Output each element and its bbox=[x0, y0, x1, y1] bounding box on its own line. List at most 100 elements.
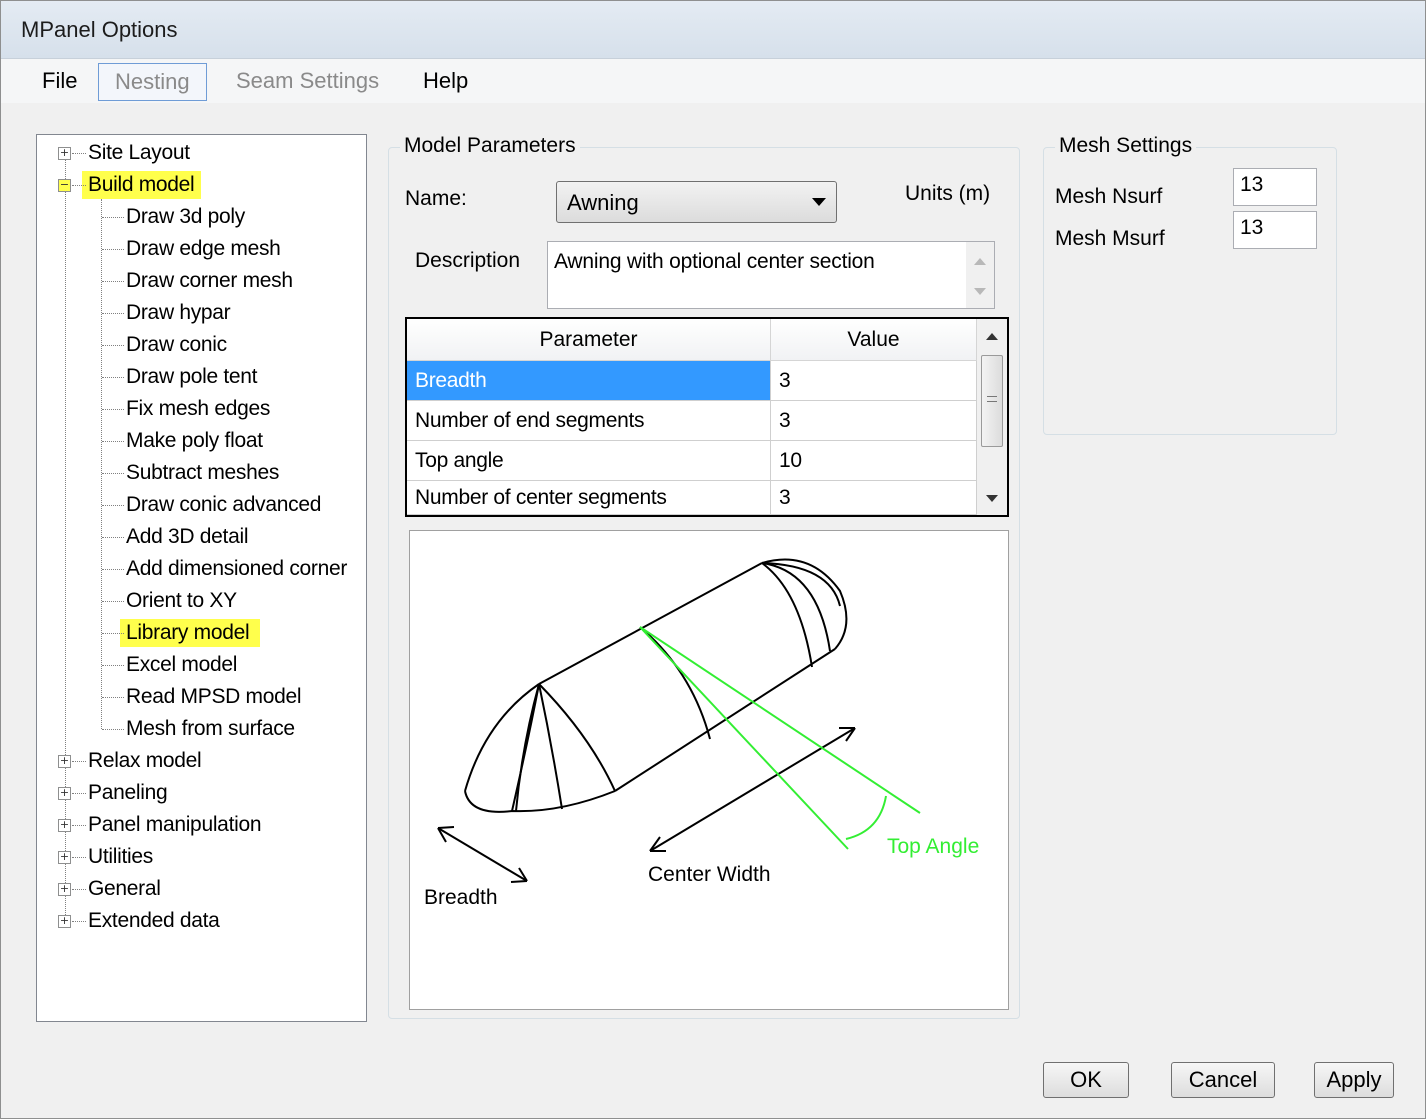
expand-plus-icon[interactable]: + bbox=[58, 819, 71, 832]
tree-line bbox=[102, 409, 124, 410]
tree-item-read-mpsd-model[interactable]: Read MPSD model bbox=[126, 683, 302, 711]
tree-line bbox=[102, 633, 124, 634]
window-title: MPanel Options bbox=[21, 17, 178, 42]
expand-plus-icon[interactable]: + bbox=[58, 147, 71, 160]
title-bar[interactable]: MPanel Options bbox=[1, 1, 1425, 59]
breadth-arrow bbox=[437, 827, 528, 882]
scroll-down-icon[interactable] bbox=[986, 495, 998, 502]
model-parameters-title: Model Parameters bbox=[400, 134, 580, 158]
tree-line bbox=[72, 761, 86, 762]
name-combobox[interactable]: Awning bbox=[556, 181, 837, 223]
tree-line bbox=[102, 441, 124, 442]
mesh-settings-title: Mesh Settings bbox=[1055, 134, 1197, 158]
mesh-nsurf-label: Mesh Nsurf bbox=[1055, 185, 1163, 208]
tree-item-site-layout[interactable]: Site Layout bbox=[88, 139, 190, 167]
parameter-grid[interactable]: Parameter Value Breadth 3 Number of end … bbox=[405, 317, 1009, 517]
bottom-edge bbox=[614, 648, 836, 792]
tree-item-draw-corner-mesh[interactable]: Draw corner mesh bbox=[126, 267, 293, 295]
tree-item-draw-3d-poly[interactable]: Draw 3d poly bbox=[126, 203, 245, 231]
description-textarea[interactable]: Awning with optional center section bbox=[547, 241, 995, 309]
tree-item-utilities[interactable]: Utilities bbox=[88, 843, 153, 871]
tree-line bbox=[102, 569, 124, 570]
expand-plus-icon[interactable]: + bbox=[58, 883, 71, 896]
ok-button[interactable]: OK bbox=[1043, 1062, 1129, 1098]
mesh-msurf-label: Mesh Msurf bbox=[1055, 227, 1165, 250]
mesh-nsurf-input[interactable]: 13 bbox=[1233, 168, 1317, 206]
scroll-down-icon[interactable] bbox=[974, 288, 986, 295]
grid-cell-value[interactable]: 3 bbox=[771, 401, 977, 441]
tree-item-make-poly-float[interactable]: Make poly float bbox=[126, 427, 263, 455]
expand-plus-icon[interactable]: + bbox=[58, 851, 71, 864]
grid-cell-value[interactable]: 10 bbox=[771, 441, 977, 481]
front-rib bbox=[538, 683, 563, 810]
tree-item-fix-mesh-edges[interactable]: Fix mesh edges bbox=[126, 395, 270, 423]
grid-cell-value[interactable]: 3 bbox=[771, 361, 977, 401]
tree-line bbox=[102, 537, 124, 538]
scroll-thumb[interactable] bbox=[981, 355, 1003, 447]
grid-header-parameter[interactable]: Parameter bbox=[407, 319, 771, 361]
units-label: Units (m) bbox=[905, 182, 991, 205]
tree-line bbox=[102, 217, 124, 218]
menu-file[interactable]: File bbox=[36, 63, 83, 101]
tree-item-extended-data[interactable]: Extended data bbox=[88, 907, 220, 935]
tree-line bbox=[102, 313, 124, 314]
tree-item-draw-conic[interactable]: Draw conic bbox=[126, 331, 227, 359]
tree-line bbox=[102, 345, 124, 346]
mpanel-options-window: MPanel Options File Nesting Seam Setting… bbox=[0, 0, 1426, 1119]
model-preview: Top Angle Center Width Breadth bbox=[409, 530, 1009, 1010]
tree-item-draw-hypar[interactable]: Draw hypar bbox=[126, 299, 231, 327]
cancel-button[interactable]: Cancel bbox=[1171, 1062, 1275, 1098]
apply-button[interactable]: Apply bbox=[1314, 1062, 1394, 1098]
expand-plus-icon[interactable]: + bbox=[58, 915, 71, 928]
grid-cell-param[interactable]: Top angle bbox=[407, 441, 771, 481]
description-scrollbar[interactable] bbox=[966, 242, 994, 308]
grid-cell-value[interactable]: 3 bbox=[771, 481, 977, 515]
menu-nesting[interactable]: Nesting bbox=[98, 63, 207, 101]
tree-item-subtract-meshes[interactable]: Subtract meshes bbox=[126, 459, 279, 487]
grid-cell-param[interactable]: Number of end segments bbox=[407, 401, 771, 441]
grid-header-value[interactable]: Value bbox=[771, 319, 977, 361]
expand-plus-icon[interactable]: + bbox=[58, 787, 71, 800]
grid-scrollbar[interactable] bbox=[977, 319, 1007, 515]
center-width-label: Center Width bbox=[648, 863, 771, 886]
back-dome-outline bbox=[761, 558, 848, 650]
tree-item-draw-pole-tent[interactable]: Draw pole tent bbox=[126, 363, 258, 391]
tree-item-orient-to-xy[interactable]: Orient to XY bbox=[126, 587, 237, 615]
front-base bbox=[464, 790, 616, 813]
tree-item-draw-edge-mesh[interactable]: Draw edge mesh bbox=[126, 235, 281, 263]
menu-help[interactable]: Help bbox=[417, 63, 474, 101]
grid-cell-param[interactable]: Number of center segments bbox=[407, 481, 771, 515]
mesh-msurf-input[interactable]: 13 bbox=[1233, 211, 1317, 249]
tree-item-panel-manipulation[interactable]: Panel manipulation bbox=[88, 811, 262, 839]
description-text: Awning with optional center section bbox=[554, 250, 875, 273]
expand-plus-icon[interactable]: + bbox=[58, 755, 71, 768]
tree-item-paneling[interactable]: Paneling bbox=[88, 779, 168, 807]
grip-icon bbox=[987, 396, 997, 402]
tree-item-add-dimensioned-corner[interactable]: Add dimensioned corner bbox=[126, 555, 347, 583]
menu-seam-settings[interactable]: Seam Settings bbox=[230, 63, 385, 101]
tree-line bbox=[102, 505, 124, 506]
scroll-up-icon[interactable] bbox=[986, 333, 998, 340]
tree-item-library-model[interactable]: Library model bbox=[120, 619, 260, 647]
tree-item-general[interactable]: General bbox=[88, 875, 161, 903]
grid-cell-param[interactable]: Breadth bbox=[407, 361, 771, 401]
collapse-minus-icon[interactable]: − bbox=[58, 179, 71, 192]
tree-item-excel-model[interactable]: Excel model bbox=[126, 651, 237, 679]
tree-line bbox=[72, 153, 86, 154]
description-label: Description bbox=[415, 249, 521, 272]
tree-item-draw-conic-advanced[interactable]: Draw conic advanced bbox=[126, 491, 321, 519]
name-label: Name: bbox=[405, 187, 467, 210]
mesh-nsurf-value: 13 bbox=[1240, 173, 1264, 196]
tree-line bbox=[102, 601, 124, 602]
tree-line bbox=[72, 889, 86, 890]
tree-item-mesh-from-surface[interactable]: Mesh from surface bbox=[126, 715, 295, 743]
mesh-msurf-value: 13 bbox=[1240, 216, 1264, 239]
tree-line bbox=[72, 857, 86, 858]
awning-diagram: Top Angle Center Width Breadth bbox=[424, 558, 979, 909]
tree-item-build-model[interactable]: Build model bbox=[82, 171, 201, 199]
scroll-up-icon[interactable] bbox=[974, 258, 986, 265]
tree-line bbox=[101, 199, 102, 729]
tree-line bbox=[102, 729, 124, 730]
tree-item-add-3d-detail[interactable]: Add 3D detail bbox=[126, 523, 248, 551]
tree-item-relax-model[interactable]: Relax model bbox=[88, 747, 202, 775]
